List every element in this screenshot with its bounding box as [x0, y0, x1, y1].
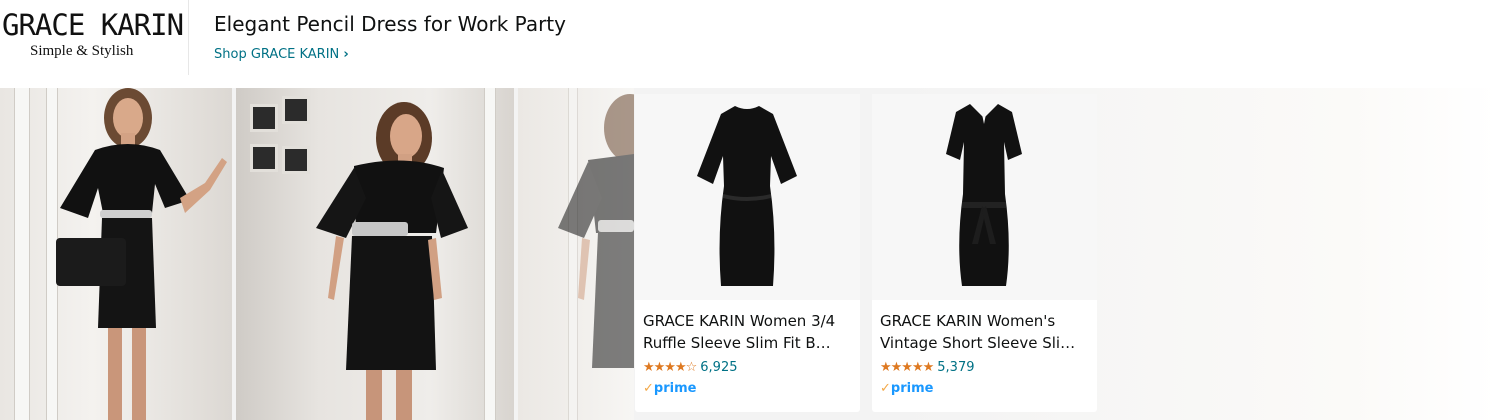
brand-logo[interactable]: GRACE KARIN Simple & Stylish	[0, 0, 189, 75]
prime-label: prime	[653, 381, 697, 396]
product-rating[interactable]: ★★★★☆ 6,925	[643, 360, 738, 375]
woman-black-dress-photo-icon	[56, 88, 227, 420]
product-card[interactable]: GRACE KARIN Women's Vintage Short Sleeve…	[872, 94, 1097, 412]
product-title-line: GRACE KARIN Women's	[880, 312, 1056, 330]
woman-black-dress-photo-icon	[558, 94, 634, 368]
shop-brand-link-label: Shop GRACE KARIN	[214, 47, 340, 62]
star-rating-icon: ★★★★★	[880, 360, 934, 375]
prime-badge: ✓prime	[880, 381, 933, 396]
woman-black-dress-photo-icon	[316, 102, 468, 420]
model-photo-2[interactable]	[236, 88, 514, 420]
chevron-right-icon: ›	[343, 47, 349, 62]
star-rating-icon: ★★★★☆	[643, 360, 697, 375]
shop-brand-link[interactable]: Shop GRACE KARIN ›	[214, 47, 349, 62]
product-title-line: GRACE KARIN Women 3/4	[643, 312, 836, 330]
prime-check-icon: ✓	[643, 381, 654, 396]
prime-label: prime	[890, 381, 934, 396]
page-headline: Elegant Pencil Dress for Work Party	[214, 12, 566, 36]
product-image[interactable]	[872, 94, 1097, 300]
product-title-line: Ruffle Sleeve Slim Fit B…	[643, 334, 831, 352]
brand-logo-name: GRACE KARIN	[2, 8, 184, 42]
black-dress-product-icon	[697, 106, 797, 286]
prime-badge: ✓prime	[643, 381, 696, 396]
brand-logo-tagline: Simple & Stylish	[30, 43, 134, 59]
model-photo-1[interactable]	[0, 88, 232, 420]
review-count: 6,925	[700, 360, 738, 375]
prime-check-icon: ✓	[880, 381, 891, 396]
product-image[interactable]	[635, 94, 860, 300]
product-card[interactable]: GRACE KARIN Women 3/4 Ruffle Sleeve Slim…	[635, 94, 860, 412]
black-dress-product-icon	[946, 104, 1022, 286]
product-title-line: Vintage Short Sleeve Sli…	[880, 334, 1076, 352]
review-count: 5,379	[937, 360, 975, 375]
product-title[interactable]: GRACE KARIN Women's Vintage Short Sleeve…	[880, 310, 1092, 354]
model-photo-3[interactable]	[518, 88, 634, 420]
product-rating[interactable]: ★★★★★ 5,379	[880, 360, 975, 375]
brand-header: GRACE KARIN Simple & Stylish Elegant Pen…	[0, 0, 1498, 88]
product-title[interactable]: GRACE KARIN Women 3/4 Ruffle Sleeve Slim…	[643, 310, 855, 354]
